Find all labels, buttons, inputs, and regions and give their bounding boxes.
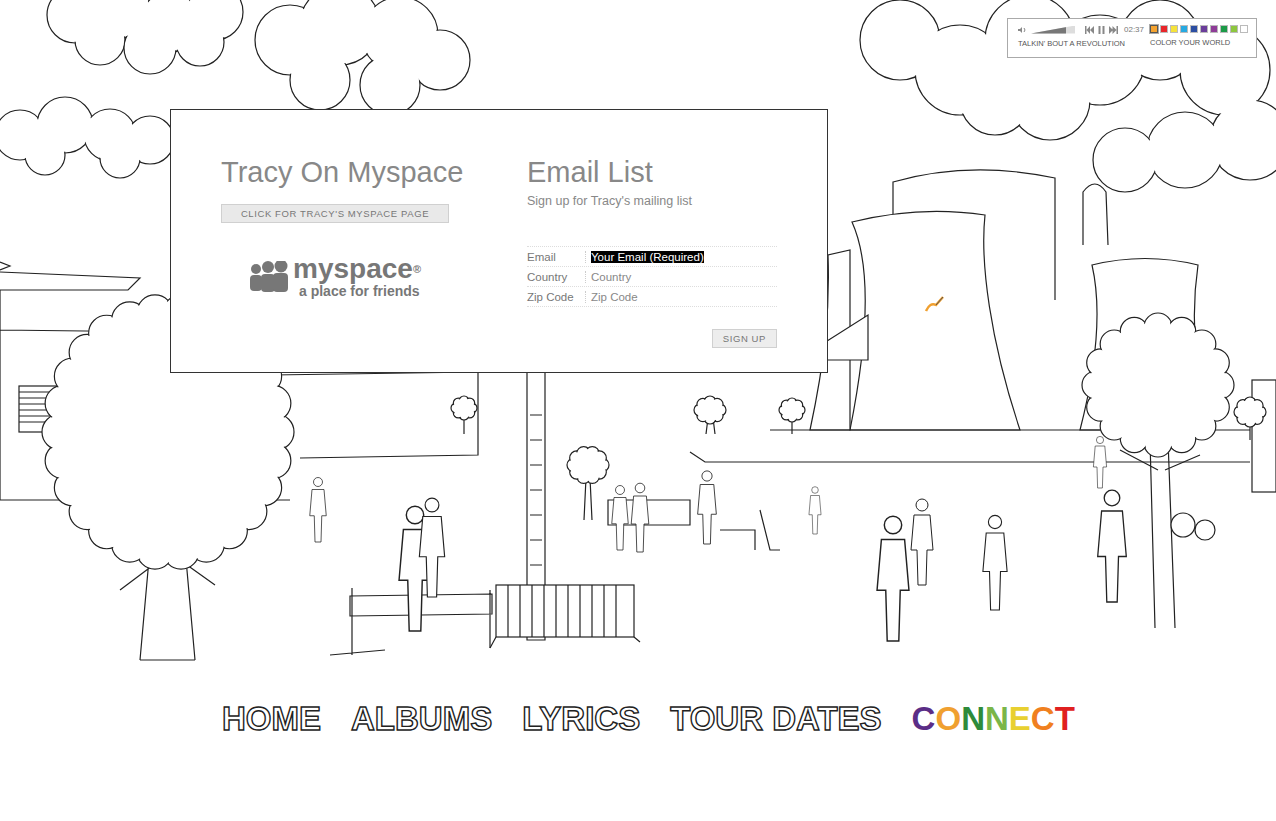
- myspace-wordmark: myspace®: [293, 255, 421, 283]
- volume-icon[interactable]: [1018, 26, 1027, 34]
- color-swatch[interactable]: [1220, 25, 1228, 33]
- myspace-logo[interactable]: myspace®a place for friends: [249, 255, 457, 299]
- pause-icon[interactable]: [1098, 26, 1105, 34]
- color-swatch[interactable]: [1240, 25, 1248, 33]
- color-swatch[interactable]: [1200, 25, 1208, 33]
- nav-item[interactable]: CONNECT: [912, 699, 1075, 739]
- color-swatch[interactable]: [1150, 25, 1158, 33]
- field-label: Country: [527, 271, 586, 283]
- volume-fill: [1031, 26, 1066, 34]
- sign-up-button[interactable]: SIGN UP: [712, 329, 777, 348]
- email-list-section: Email List Sign up for Tracy's mailing li…: [527, 154, 777, 348]
- volume-slider[interactable]: [1031, 26, 1075, 34]
- field-label: Zip Code: [527, 291, 586, 303]
- connect-panel: Tracy On Myspace CLICK FOR TRACY'S MYSPAC…: [170, 109, 828, 373]
- field-label: Email: [527, 251, 586, 263]
- people: [310, 436, 1127, 641]
- myspace-tagline: a place for friends: [299, 283, 421, 299]
- email-list-heading: Email List: [527, 154, 777, 190]
- text-field[interactable]: Your Email (Required): [586, 251, 777, 263]
- page: 02:37 TALKIN' BOUT A REVOLUTION COLOR YOUR…: [0, 0, 1276, 821]
- color-swatch[interactable]: [1160, 25, 1168, 33]
- next-icon[interactable]: [1109, 26, 1118, 34]
- color-swatch[interactable]: [1210, 25, 1218, 33]
- color-swatch[interactable]: [1230, 25, 1238, 33]
- form-row: Zip CodeZip Code: [527, 286, 777, 307]
- color-swatches: [1150, 25, 1248, 33]
- barricades: [330, 500, 1215, 655]
- signup-form: EmailYour Email (Required)CountryCountry…: [527, 246, 777, 307]
- color-swatch[interactable]: [1190, 25, 1198, 33]
- color-swatch[interactable]: [1170, 25, 1178, 33]
- form-row: EmailYour Email (Required): [527, 246, 777, 266]
- form-row: CountryCountry: [527, 266, 777, 286]
- myspace-heading: Tracy On Myspace: [221, 154, 457, 190]
- previous-icon[interactable]: [1085, 26, 1094, 34]
- nav-item[interactable]: ALBUMS: [351, 699, 492, 739]
- color-your-world-label: COLOR YOUR WORLD: [1150, 38, 1248, 47]
- nav-item[interactable]: LYRICS: [522, 699, 640, 739]
- text-field[interactable]: Zip Code: [586, 291, 777, 303]
- music-player: 02:37 TALKIN' BOUT A REVOLUTION COLOR YOUR…: [1007, 18, 1257, 58]
- paintbrush-cursor-icon: [926, 297, 943, 311]
- track-time: 02:37: [1124, 25, 1144, 34]
- nav-item[interactable]: HOME: [222, 699, 321, 739]
- email-list-subtitle: Sign up for Tracy's mailing list: [527, 194, 777, 208]
- main-nav: HOME ALBUMS LYRICS TOUR DATES CONNECT: [222, 699, 1276, 739]
- nav-item[interactable]: TOUR DATES: [670, 699, 881, 739]
- myspace-page-button[interactable]: CLICK FOR TRACY'S MYSPACE PAGE: [221, 204, 449, 223]
- track-title: TALKIN' BOUT A REVOLUTION: [1018, 39, 1144, 48]
- color-swatch[interactable]: [1180, 25, 1188, 33]
- myspace-section: Tracy On Myspace CLICK FOR TRACY'S MYSPAC…: [221, 154, 457, 348]
- text-field[interactable]: Country: [586, 271, 777, 283]
- myspace-people-icon: [249, 261, 289, 293]
